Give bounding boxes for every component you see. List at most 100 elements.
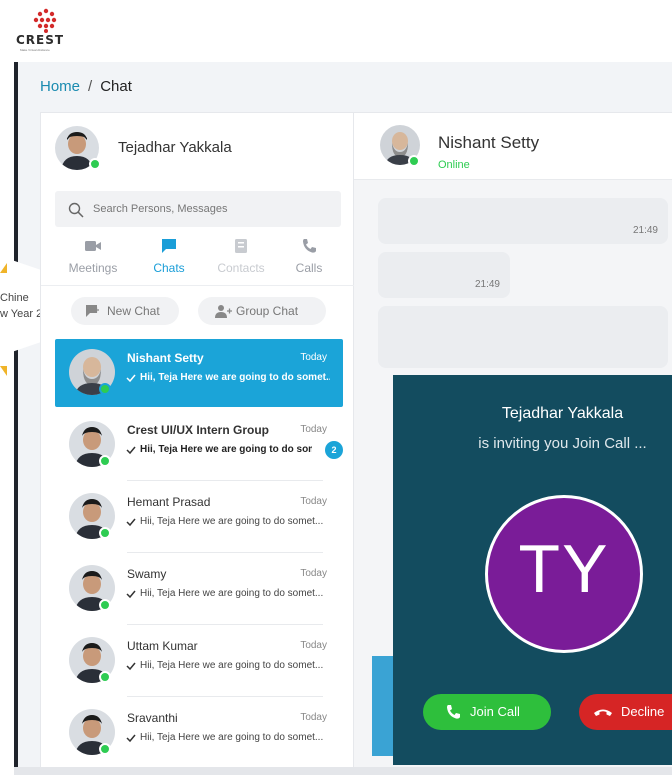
background-card-text: Chine w Year 2	[0, 290, 42, 322]
list-divider	[127, 696, 323, 697]
read-check-icon	[126, 734, 136, 743]
breadcrumb-current: Chat	[100, 78, 132, 95]
decline-call-button[interactable]: Decline	[579, 694, 672, 730]
online-status-dot	[99, 599, 111, 611]
decline-call-label: Decline	[621, 704, 665, 719]
decor-star-icon	[0, 263, 7, 273]
chat-contact-name: Swamy	[127, 567, 167, 581]
group-users-icon	[215, 305, 232, 318]
phone-icon	[303, 239, 316, 253]
top-header: CREST Make Virtual Abidance	[0, 0, 672, 62]
incoming-call-dialog: Tejadhar Yakkala is inviting you Join Ca…	[393, 375, 672, 765]
decor-star-icon	[0, 366, 7, 376]
chat-list-item[interactable]: Uttam Kumar Today Hii, Teja Here we are …	[55, 627, 343, 697]
read-check-icon	[126, 446, 136, 455]
online-status-dot	[408, 155, 420, 167]
tab-contacts[interactable]: Contacts	[203, 235, 279, 283]
logo-tagline: Make Virtual Abidance	[20, 48, 50, 52]
chat-list-item[interactable]: Sravanthi Today Hii, Teja Here we are go…	[55, 699, 343, 767]
read-check-icon	[126, 518, 136, 527]
join-call-label: Join Call	[470, 704, 520, 719]
crest-logo[interactable]: CREST Make Virtual Abidance	[16, 8, 76, 52]
chat-list-item[interactable]: Hemant Prasad Today Hii, Teja Here we ar…	[55, 483, 343, 553]
new-chat-icon	[86, 305, 99, 317]
video-camera-icon	[85, 241, 101, 251]
phone-icon	[447, 705, 460, 719]
online-status-dot	[99, 455, 111, 467]
chat-list-item[interactable]: Swamy Today Hii, Teja Here we are going …	[55, 555, 343, 625]
search-box	[55, 191, 341, 227]
read-check-icon	[126, 374, 136, 383]
breadcrumb-home-link[interactable]: Home	[40, 78, 80, 95]
join-call-button[interactable]: Join Call	[423, 694, 551, 730]
conversation-status: Online	[438, 159, 470, 171]
chat-contact-name: Crest UI/UX Intern Group	[127, 423, 270, 437]
list-divider	[127, 624, 323, 625]
group-chat-button[interactable]: Group Chat	[198, 297, 326, 325]
logo-text: CREST	[16, 33, 65, 47]
chat-list-item[interactable]: Nishant Setty Today Hii, Teja Here we ar…	[55, 339, 343, 407]
page: CREST Make Virtual Abidance Chine w Year…	[0, 0, 672, 775]
new-chat-label: New Chat	[107, 304, 160, 318]
chat-bubble-icon	[162, 239, 176, 253]
breadcrumb-separator: /	[88, 78, 93, 95]
chat-time: Today	[300, 352, 327, 363]
chat-tabs: Meetings Chats Contacts Calls	[41, 235, 355, 283]
current-user-name: Tejadhar Yakkala	[118, 139, 232, 156]
tab-chats[interactable]: Chats	[131, 235, 207, 283]
hang-up-icon	[594, 709, 612, 716]
chat-time: Today	[300, 496, 327, 507]
chat-last-message: Hii, Teja Here we are going to do somet.…	[140, 516, 324, 527]
tab-meetings[interactable]: Meetings	[55, 235, 131, 283]
online-status-dot	[99, 383, 111, 395]
online-status-dot	[99, 671, 111, 683]
message-bubble[interactable]	[378, 306, 668, 368]
message-time: 21:49	[632, 225, 658, 236]
tab-label: Chats	[153, 261, 185, 275]
message-time: 21:49	[474, 279, 500, 290]
list-divider	[127, 552, 323, 553]
caller-avatar: TY	[485, 495, 643, 653]
breadcrumb: Home / Chat	[40, 78, 132, 95]
call-invitation-text: is inviting you Join Call ...	[478, 435, 647, 452]
tab-label: Contacts	[217, 261, 265, 275]
conversation-contact-name: Nishant Setty	[438, 133, 540, 152]
new-chat-button[interactable]: New Chat	[71, 297, 179, 325]
search-input[interactable]	[93, 191, 333, 227]
tab-label: Calls	[295, 261, 323, 275]
chat-last-message: Hii, Teja Here we are going to do somet.…	[140, 372, 330, 383]
online-status-dot	[99, 527, 111, 539]
chat-time: Today	[300, 712, 327, 723]
caller-initials: TY	[518, 531, 610, 607]
chat-last-message: Hii, Teja Here we are going to do somet.…	[140, 444, 312, 455]
group-chat-label: Group Chat	[236, 304, 299, 318]
read-check-icon	[126, 590, 136, 599]
chat-contact-name: Nishant Setty	[127, 351, 204, 365]
chat-contact-name: Uttam Kumar	[127, 639, 198, 653]
horizontal-scrollbar[interactable]	[14, 767, 672, 775]
caller-name: Tejadhar Yakkala	[501, 405, 624, 422]
chat-time: Today	[300, 568, 327, 579]
online-status-dot	[89, 158, 101, 170]
chat-list-panel: Tejadhar Yakkala Meetings Chats Contacts	[40, 112, 355, 775]
chat-contact-name: Hemant Prasad	[127, 495, 211, 509]
chat-list-item[interactable]: Crest UI/UX Intern Group Today Hii, Teja…	[55, 411, 343, 481]
read-check-icon	[126, 662, 136, 671]
message-bubble[interactable]: 21:49	[378, 198, 668, 244]
search-icon	[68, 202, 84, 218]
message-bubble[interactable]: 21:49	[378, 252, 510, 298]
background-text-line: w Year 2	[0, 308, 43, 320]
tab-label: Meetings	[68, 261, 118, 275]
chat-time: Today	[300, 424, 327, 435]
chat-contact-name: Sravanthi	[127, 711, 178, 725]
side-stripe	[14, 62, 18, 775]
tab-calls[interactable]: Calls	[271, 235, 347, 283]
chat-time: Today	[300, 640, 327, 651]
chat-last-message: Hii, Teja Here we are going to do somet.…	[140, 588, 324, 599]
chat-last-message: Hii, Teja Here we are going to do somet.…	[140, 660, 324, 671]
logo-mark-icon	[33, 8, 57, 33]
unread-count-badge: 2	[325, 441, 343, 459]
background-text-line: Chine	[0, 292, 29, 304]
contacts-icon	[235, 239, 247, 253]
online-status-dot	[99, 743, 111, 755]
